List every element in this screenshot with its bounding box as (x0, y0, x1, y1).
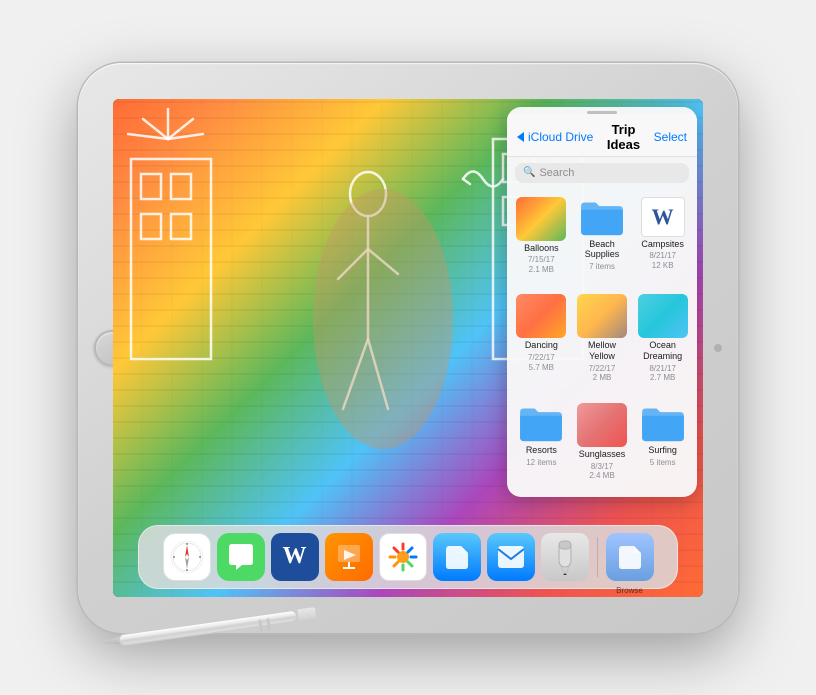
mail-icon (496, 544, 526, 570)
file-name-ocean: OceanDreaming (643, 340, 682, 362)
file-name-resorts: Resorts (526, 445, 557, 456)
file-item-beach[interactable]: BeachSupplies 7 items (574, 193, 631, 287)
keynote-icon (334, 542, 364, 572)
search-icon: 🔍 (523, 167, 535, 178)
file-thumb-balloons (516, 197, 566, 241)
back-label: iCloud Drive (528, 130, 593, 144)
file-thumb-mellow (577, 294, 627, 338)
word-icon: W (652, 204, 674, 230)
panel-header: iCloud Drive Trip Ideas Select (507, 114, 697, 157)
browse-icon (615, 542, 645, 572)
select-button[interactable]: Select (654, 130, 687, 144)
files-grid: Balloons 7/15/172.1 MB BeachSupplies 7 i… (507, 189, 697, 497)
file-item-sunglasses[interactable]: Sunglasses 8/3/172.4 MB (574, 399, 631, 493)
dock-safari[interactable] (163, 533, 211, 581)
dock: W (138, 525, 678, 589)
file-name-mellow: MellowYellow (588, 340, 616, 362)
panel-title: Trip Ideas (593, 122, 653, 152)
browse-label: Browse (616, 586, 643, 595)
file-item-surfing[interactable]: Surfing 5 items (634, 399, 691, 493)
ipad-screen: iCloud Drive Trip Ideas Select 🔍 Search … (113, 99, 703, 597)
pencil-app-icon (551, 539, 579, 575)
file-meta-campsites: 8/21/1712 KB (649, 251, 676, 270)
dock-messages[interactable] (217, 533, 265, 581)
back-button[interactable]: iCloud Drive (517, 130, 593, 144)
dock-photos[interactable] (379, 533, 427, 581)
file-name-beach: BeachSupplies (585, 239, 620, 261)
file-item-resorts[interactable]: Resorts 12 items (513, 399, 570, 493)
file-thumb-sunglasses (577, 403, 627, 447)
dock-browse[interactable]: Browse (606, 533, 654, 581)
dock-mail[interactable] (487, 533, 535, 581)
file-meta-ocean: 8/21/172.7 MB (649, 364, 676, 383)
search-bar[interactable]: 🔍 Search (515, 163, 689, 183)
safari-icon (169, 539, 205, 575)
search-placeholder: Search (539, 167, 574, 179)
messages-icon (226, 542, 256, 572)
file-thumb-campsites: W (641, 197, 685, 237)
file-meta-dancing: 7/22/175.7 MB (528, 353, 555, 372)
file-meta-balloons: 7/15/172.1 MB (528, 255, 555, 274)
icloud-panel: iCloud Drive Trip Ideas Select 🔍 Search … (507, 107, 697, 497)
pencil-cap (296, 605, 318, 622)
file-meta-resorts: 12 items (526, 458, 556, 468)
file-item-dancing[interactable]: Dancing 7/22/175.7 MB (513, 290, 570, 395)
file-meta-surfing: 5 items (650, 458, 676, 468)
word-dock-icon-label: W (283, 543, 307, 570)
dock-divider (597, 537, 598, 577)
ipad-wrapper: iCloud Drive Trip Ideas Select 🔍 Search … (38, 38, 778, 658)
file-name-sunglasses: Sunglasses (579, 449, 626, 460)
file-meta-sunglasses: 8/3/172.4 MB (589, 462, 614, 481)
file-name-dancing: Dancing (525, 340, 558, 351)
dock-files[interactable] (433, 533, 481, 581)
pencil-band-2 (266, 618, 271, 630)
file-meta-beach: 7 items (589, 262, 615, 272)
dock-keynote[interactable] (325, 533, 373, 581)
folder-icon-surfing (638, 403, 688, 443)
folder-icon-resorts (516, 403, 566, 443)
dock-word[interactable]: W (271, 533, 319, 581)
file-meta-mellow: 7/22/172 MB (589, 364, 616, 383)
file-name-campsites: Campsites (641, 239, 684, 250)
file-item-ocean[interactable]: OceanDreaming 8/21/172.7 MB (634, 290, 691, 395)
file-thumb-ocean (638, 294, 688, 338)
folder-icon-beach (577, 197, 627, 237)
files-icon (442, 542, 472, 572)
photos-icon (386, 540, 420, 574)
file-name-surfing: Surfing (648, 445, 677, 456)
file-name-balloons: Balloons (524, 243, 559, 254)
file-thumb-dancing (516, 294, 566, 338)
chevron-left-icon (517, 132, 524, 142)
pencil-band-1 (258, 619, 263, 631)
dock-pencil-app[interactable] (541, 533, 589, 581)
camera-dot (714, 344, 722, 352)
file-item-balloons[interactable]: Balloons 7/15/172.1 MB (513, 193, 570, 287)
file-item-mellow[interactable]: MellowYellow 7/22/172 MB (574, 290, 631, 395)
ipad-body: iCloud Drive Trip Ideas Select 🔍 Search … (78, 63, 738, 633)
file-item-campsites[interactable]: W Campsites 8/21/1712 KB (634, 193, 691, 287)
